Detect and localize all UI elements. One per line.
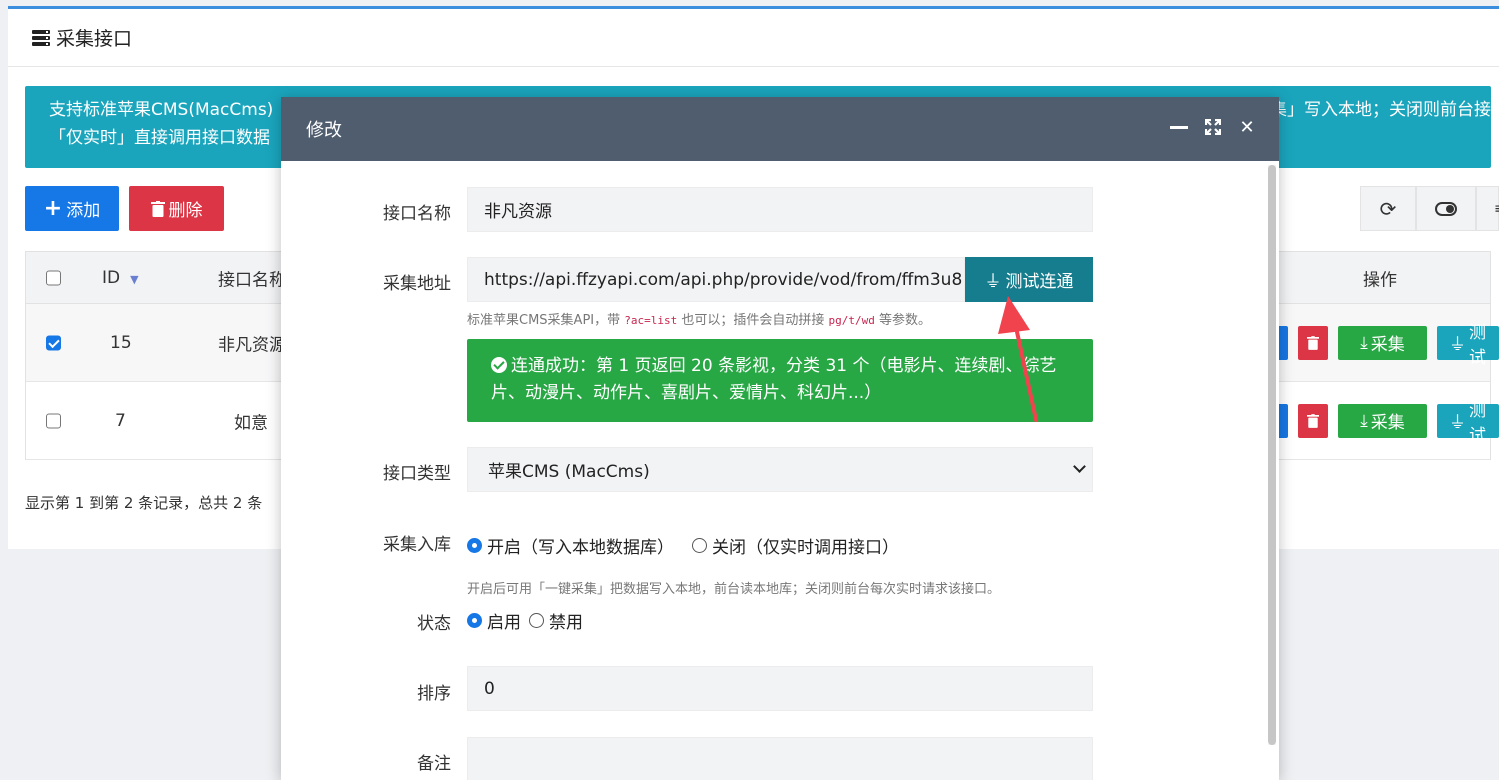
row-delete-button[interactable] [1298,325,1328,360]
row-name: 非凡资源 [218,335,286,355]
select-all-checkbox[interactable] [46,270,61,285]
download-icon: ⤓ [1360,332,1368,353]
sort-desc-icon: ▼ [130,272,139,286]
refresh-button[interactable]: ⟳ [1360,186,1416,231]
download-icon: ⤓ [1360,410,1368,431]
test-connection-button[interactable]: ⏚ 测试连通 [965,257,1093,302]
test-button[interactable]: ⏚ 测试 [1437,401,1499,446]
row-checkbox[interactable] [46,335,61,350]
columns-icon: ≡ [1494,201,1499,217]
scrollbar-thumb[interactable] [1268,165,1276,745]
store-label: 采集入库 [383,535,451,555]
collect-button[interactable]: ⤓ 采集 [1338,403,1427,438]
edit-modal: 修改 ✕ 接口名称 非凡资源 采集地址 https://api.ffzyapi.… [281,97,1279,780]
refresh-icon: ⟳ [1379,196,1397,221]
minimize-icon [1170,125,1188,129]
toggle-view-button[interactable] [1416,186,1476,231]
store-on-label[interactable]: 开启（写入本地数据库） [487,533,674,558]
status-label: 状态 [417,614,451,634]
close-button[interactable]: ✕ [1237,116,1257,138]
status-off-radio[interactable] [529,613,544,628]
trash-icon [150,200,165,217]
type-select-value: 苹果CMS (MacCms) [488,462,650,482]
url-input[interactable]: https://api.ffzyapi.com/api.php/provide/… [467,257,965,302]
test-button[interactable]: ⏚ 测试 [1437,323,1499,368]
server-icon [32,29,50,46]
store-off-radio[interactable] [692,538,707,553]
success-text: 连通成功：第 1 页返回 20 条影视，分类 31 个（电影片、连续剧、综艺片、… [491,356,1057,403]
delete-button-label: 删除 [168,201,203,221]
trash-icon [1307,413,1319,428]
modal-scrollbar[interactable] [1268,165,1276,745]
column-header-ops: 操作 [1363,270,1397,290]
row-delete-button[interactable] [1298,403,1328,438]
plug-icon: ⏚ [984,272,1002,292]
status-on-label[interactable]: 启用 [487,608,521,633]
column-header-name[interactable]: 接口名称 [218,265,286,290]
remark-label: 备注 [417,754,451,774]
store-on-radio[interactable] [467,538,482,553]
page-title: 采集接口 [56,28,133,50]
info-line-1: 支持标准苹果CMS(MacCms) [49,100,274,120]
plug-icon: ⏚ [1449,335,1466,355]
trash-icon [1307,335,1319,350]
chevron-down-icon [1073,460,1086,473]
columns-button[interactable]: ≡ [1476,186,1499,231]
close-icon: ✕ [1239,116,1255,138]
plus-icon: + [43,195,63,221]
success-alert: 连通成功：第 1 页返回 20 条影视，分类 31 个（电影片、连续剧、综艺片、… [467,339,1093,422]
type-label: 接口类型 [383,464,451,484]
top-strip [0,0,1499,3]
expand-icon [1205,119,1221,135]
status-on-radio[interactable] [467,613,482,628]
sort-label: 排序 [417,684,451,704]
row-name: 如意 [234,413,268,433]
row-checkbox[interactable] [46,413,61,428]
add-button[interactable]: + 添加 [25,186,119,231]
add-button-label: 添加 [66,201,101,221]
column-header-id[interactable]: ID ▼ [102,268,139,288]
card-header: 采集接口 [8,9,1499,67]
url-label: 采集地址 [383,274,451,294]
remark-textarea[interactable] [467,737,1093,780]
modal-controls: ✕ [1169,116,1257,138]
store-radio-group: 开启（写入本地数据库） 关闭（仅实时调用接口） [467,533,899,558]
url-hint: 标准苹果CMS采集API，带 ?ac=list 也可以；插件会自动拼接 pg/t… [467,313,932,328]
collect-button[interactable]: ⤓ 采集 [1338,325,1427,360]
status-off-label[interactable]: 禁用 [549,608,583,633]
modal-header: 修改 ✕ [281,97,1279,161]
name-input[interactable]: 非凡资源 [467,187,1093,232]
pagination-info: 显示第 1 到第 2 条记录，总共 2 条 [25,494,263,512]
row-id: 7 [115,410,126,431]
row-id: 15 [110,332,132,353]
minimize-button[interactable] [1169,117,1189,137]
store-hint: 开启后可用「一键采集」把数据写入本地，前台读本地库；关闭则前台每次实时请求该接口… [467,582,1001,597]
type-select[interactable]: 苹果CMS (MacCms) [467,447,1093,492]
store-off-label[interactable]: 关闭（仅实时调用接口） [712,533,899,558]
check-circle-icon [491,357,507,373]
sort-input[interactable]: 0 [467,666,1093,711]
name-label: 接口名称 [383,204,451,224]
modal-title: 修改 [306,120,342,141]
toggle-icon [1435,201,1457,216]
status-radio-group: 启用 禁用 [467,608,583,633]
delete-button[interactable]: 删除 [129,186,224,231]
plug-icon: ⏚ [1449,413,1466,433]
maximize-button[interactable] [1203,117,1223,137]
info-line-1-right: 集」写入本地；关闭则前台接 [1270,100,1491,120]
